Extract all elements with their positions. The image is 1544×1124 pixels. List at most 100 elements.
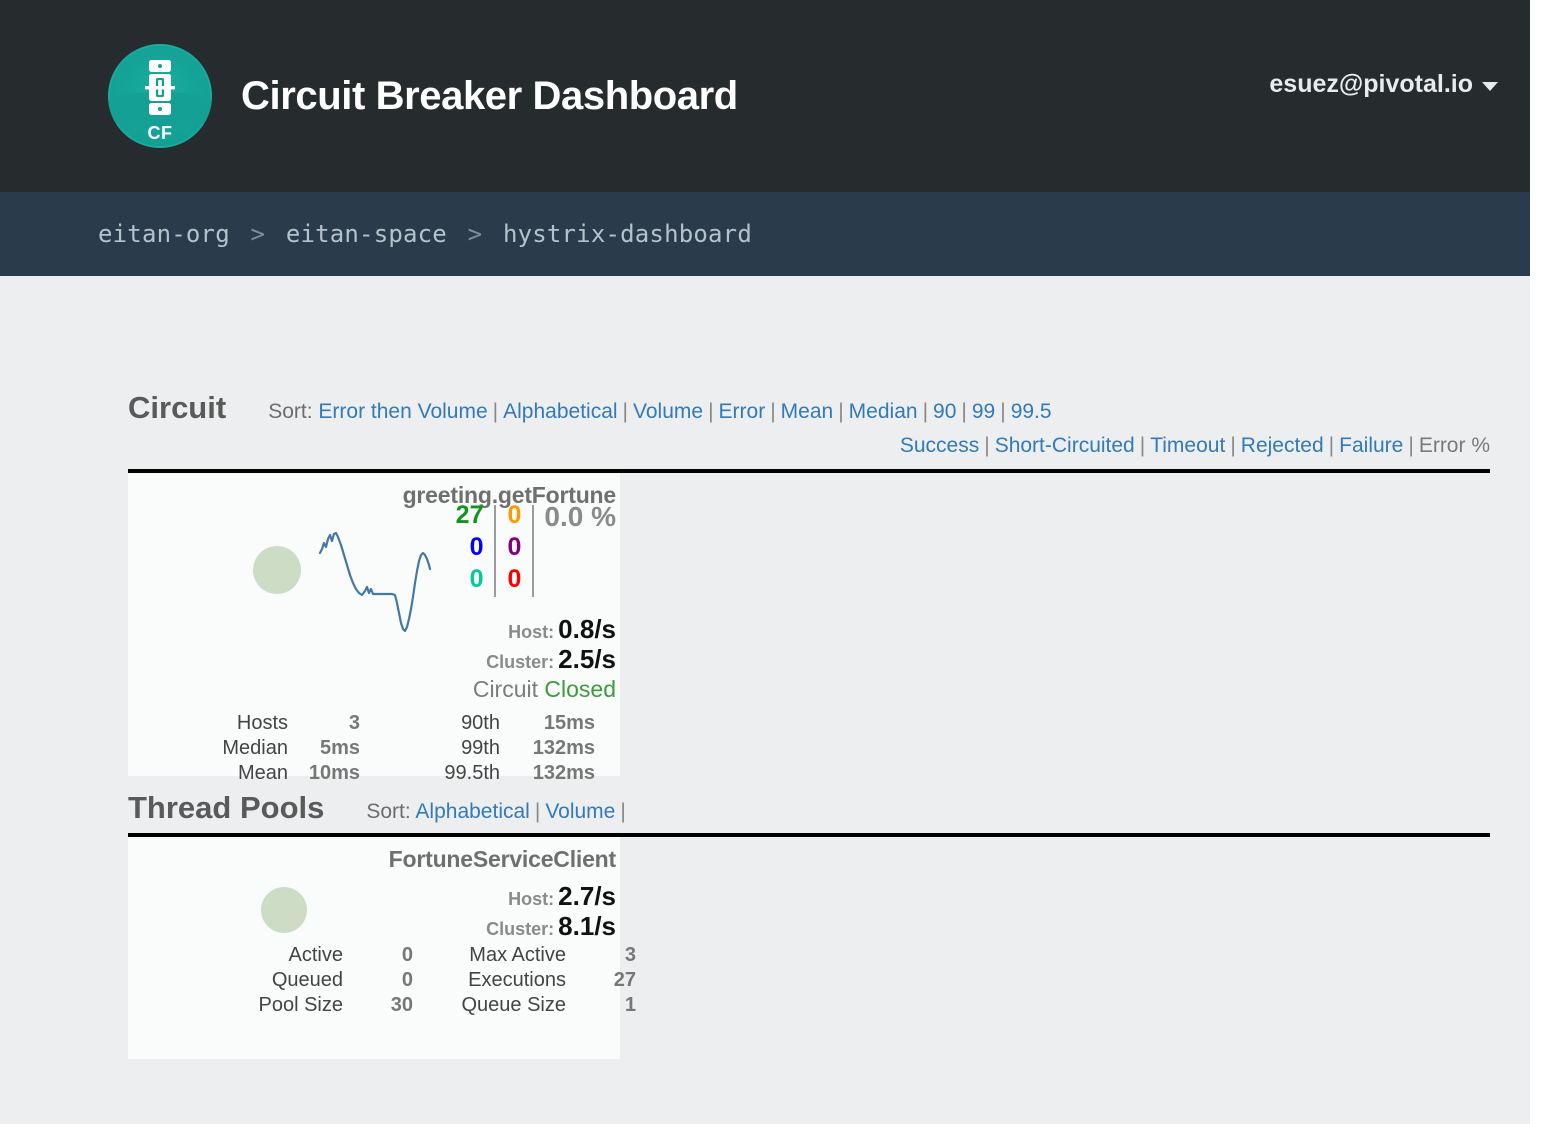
circuit-status-badge: Circuit Closed <box>473 676 616 703</box>
stat-name: Queued <box>271 969 343 991</box>
stat-value: 3 <box>624 944 636 966</box>
pipe-separator: | <box>922 400 929 423</box>
breadcrumb: eitan-org > eitan-space > hystrix-dashbo… <box>98 220 752 248</box>
stat-value: 0 <box>401 969 413 991</box>
threadpool-sort-volume[interactable]: Volume <box>545 800 615 823</box>
stat-value: 132ms <box>532 762 595 784</box>
threadpool-card[interactable]: FortuneServiceClient Host: 2.7/s Cluster:… <box>128 837 637 1059</box>
stat-name: Executions <box>468 969 566 991</box>
chevron-down-icon <box>1482 82 1498 91</box>
host-rate-value: 0.8/s <box>558 614 616 644</box>
stat-name: Hosts <box>236 712 288 734</box>
counter-short-circuited: 0 <box>469 533 484 561</box>
threadpool-stats-group-right: Max Active Executions Queue Size 3 27 1 <box>413 945 636 1020</box>
sort-error[interactable]: Error <box>719 400 766 423</box>
circuit-stats-right-values: 15ms 132ms 132ms <box>500 713 595 788</box>
stat-value: 3 <box>348 712 360 734</box>
pipe-separator: | <box>1328 434 1335 457</box>
stat-value: 27 <box>613 969 636 991</box>
threadpool-host-rate: Host: 2.7/s <box>124 881 620 912</box>
cluster-label: Cluster: <box>486 919 555 939</box>
counter-rejected: 0 <box>507 533 522 561</box>
host-rate-value: 2.7/s <box>558 881 616 911</box>
logo-circle: CF <box>108 44 212 148</box>
cluster-rate-value: 2.5/s <box>558 644 616 674</box>
sort-volume[interactable]: Volume <box>633 400 703 423</box>
circuit-sort-row: Sort: Error then Volume | Alphabetical | Vol… <box>268 395 1490 429</box>
legend-rejected[interactable]: Rejected <box>1241 434 1324 457</box>
scrollbar-track[interactable] <box>1530 0 1544 1124</box>
sort-99-5[interactable]: 99.5 <box>1011 400 1052 423</box>
circuit-stats-group-right: 90th 99th 99.5th 15ms 132ms 132ms <box>360 713 595 788</box>
threadpool-section-title: Thread Pools <box>128 790 325 825</box>
circuit-stats-group-left: Hosts Median Mean 3 5ms 10ms <box>128 713 360 788</box>
fuse-icon <box>145 60 175 115</box>
circuit-counters: 27 0 0 0 0 0 0.0 % <box>445 503 616 599</box>
pipe-separator: | <box>1000 400 1006 423</box>
stat-name: Max Active <box>469 944 566 966</box>
stat-name: Pool Size <box>258 994 344 1016</box>
circuit-section-title: Circuit <box>128 390 227 425</box>
stat-name: Mean <box>237 762 288 784</box>
legend-short-circuited[interactable]: Short-Circuited <box>995 434 1135 457</box>
pipe-separator: | <box>1230 434 1236 457</box>
sort-mean[interactable]: Mean <box>781 400 834 423</box>
stat-value: 1 <box>624 994 636 1016</box>
pipe-separator: | <box>708 400 714 423</box>
stat-value: 10ms <box>308 762 360 784</box>
stat-value: 0 <box>401 944 413 966</box>
sort-90[interactable]: 90 <box>933 400 956 423</box>
threadpool-stats-right-names: Max Active Executions Queue Size <box>431 945 566 1020</box>
threadpool-stats-left-names: Active Queued Pool Size <box>128 944 344 1020</box>
legend-error-percent: Error % <box>1418 434 1490 457</box>
user-menu[interactable]: esuez@pivotal.io <box>1269 70 1498 99</box>
circuit-status-label: Circuit <box>472 676 538 702</box>
app-header: CF Circuit Breaker Dashboard esuez@pivot… <box>0 0 1544 192</box>
circuit-cluster-rate: Cluster: 2.5/s <box>124 644 620 675</box>
sort-error-then-volume[interactable]: Error then Volume <box>318 400 487 423</box>
circuit-legend-row: Success | Short-Circuited | Timeout | Rejected… <box>268 429 1490 463</box>
pipe-separator: | <box>770 400 776 423</box>
pipe-separator: | <box>492 400 499 423</box>
stat-name: 90th <box>461 712 500 734</box>
counter-timeout: 0 <box>507 501 522 529</box>
stat-name: 99.5th <box>444 762 500 784</box>
host-label: Host: <box>508 889 555 909</box>
threadpool-card-title: FortuneServiceClient <box>388 846 617 872</box>
threadpool-sort-alphabetical[interactable]: Alphabetical <box>415 800 529 823</box>
sort-median[interactable]: Median <box>849 400 918 423</box>
threadpool-section-header: Thread Pools Sort: Alphabetical | Volume | <box>0 790 1544 829</box>
pipe-separator: | <box>534 800 541 823</box>
breadcrumb-separator-icon: > <box>250 220 266 248</box>
threadpool-stats-left-values: 0 0 30 <box>343 945 413 1020</box>
error-percent-value: 0.0 % <box>544 501 616 532</box>
threadpool-sort-controls: Sort: Alphabetical | Volume | <box>366 795 1490 829</box>
legend-timeout[interactable]: Timeout <box>1150 434 1225 457</box>
sort-alphabetical[interactable]: Alphabetical <box>503 400 617 423</box>
breadcrumb-space[interactable]: eitan-space <box>286 220 447 248</box>
threadpool-stats-group-left: Active Queued Pool Size 0 0 30 <box>128 944 414 1020</box>
pipe-separator: | <box>1408 434 1414 457</box>
main-content: Circuit Sort: Error then Volume | Alphabet… <box>0 276 1544 1059</box>
stat-name: Median <box>222 737 288 759</box>
threadpool-stats-table: Active Queued Pool Size 0 0 30 Max Activ… <box>128 944 637 1020</box>
host-label: Host: <box>508 622 555 642</box>
logo-cf-label: CF <box>147 123 173 143</box>
threadpool-sort-label: Sort: <box>366 800 411 823</box>
cluster-label: Cluster: <box>486 652 555 672</box>
legend-failure[interactable]: Failure <box>1339 434 1403 457</box>
circuit-card[interactable]: greeting.getFortune 27 0 0 0 0 0 0.0 % H… <box>128 473 620 783</box>
circuit-host-rate: Host: 0.8/s <box>124 614 620 645</box>
sort-99[interactable]: 99 <box>972 400 995 423</box>
circuit-status-state: Closed <box>544 676 616 702</box>
stat-name: Active <box>288 944 343 966</box>
cluster-rate-value: 8.1/s <box>558 911 616 941</box>
page-title: Circuit Breaker Dashboard <box>241 73 738 118</box>
breadcrumb-app[interactable]: hystrix-dashboard <box>503 220 752 248</box>
circuit-stats-right-names: 90th 99th 99.5th <box>380 713 500 788</box>
breadcrumb-bar: eitan-org > eitan-space > hystrix-dashbo… <box>0 192 1544 276</box>
legend-success[interactable]: Success <box>900 434 979 457</box>
counter-bad-request: 0 <box>469 565 484 593</box>
cf-logo: CF <box>108 44 212 148</box>
breadcrumb-org[interactable]: eitan-org <box>98 220 230 248</box>
